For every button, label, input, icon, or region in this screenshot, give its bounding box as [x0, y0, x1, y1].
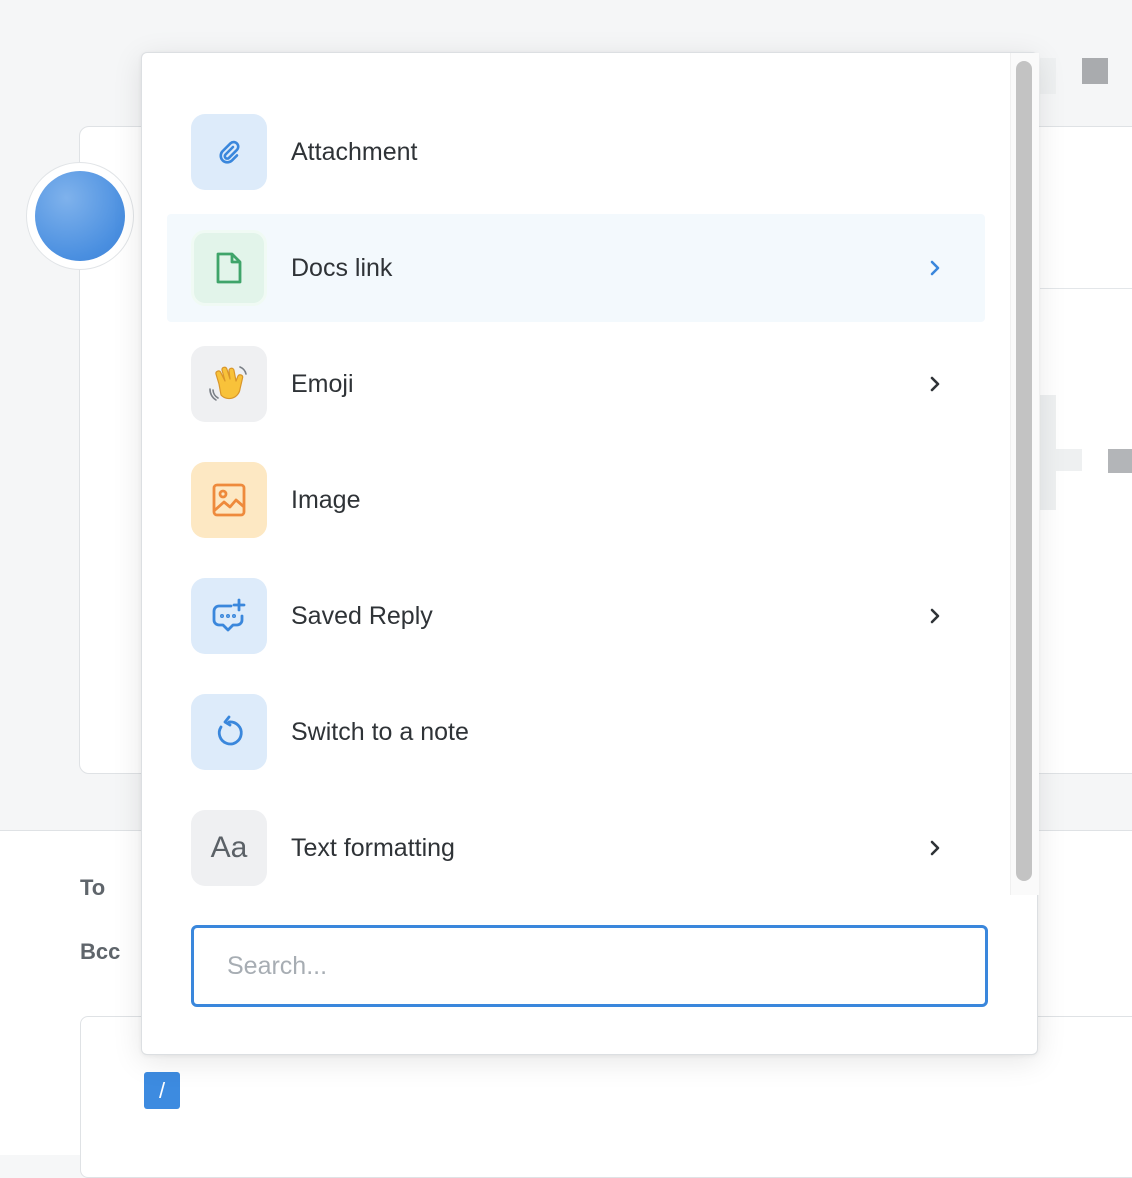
menu-item-label: Image [291, 486, 361, 514]
menu-item-switch-to-note[interactable]: Switch to a note [167, 678, 985, 786]
image-icon [191, 462, 267, 538]
bcc-label[interactable]: Bcc [80, 939, 120, 965]
background-element [1040, 449, 1082, 471]
text-aa-icon: Aa [191, 810, 267, 886]
menu-item-label: Attachment [291, 138, 418, 166]
chevron-right-icon [930, 608, 940, 624]
slash-command-trigger: / [144, 1072, 180, 1109]
background-icon [1108, 449, 1132, 473]
menu-item-saved-reply[interactable]: Saved Reply [167, 562, 985, 670]
to-label[interactable]: To [80, 875, 105, 901]
rotate-left-icon [191, 694, 267, 770]
document-icon [191, 230, 267, 306]
menu-item-docs-link[interactable]: Docs link [167, 214, 985, 322]
background-element [1040, 58, 1056, 94]
paperclip-icon [191, 114, 267, 190]
background-icon [1082, 58, 1108, 84]
menu-item-image[interactable]: Image [167, 446, 985, 554]
menu-item-label: Text formatting [291, 834, 455, 862]
chat-bubble-plus-icon [191, 578, 267, 654]
menu-item-label: Switch to a note [291, 718, 469, 746]
avatar[interactable] [35, 171, 125, 261]
waving-hand-icon [191, 346, 267, 422]
menu-item-text-formatting[interactable]: Aa Text formatting [167, 794, 985, 902]
menu-item-label: Saved Reply [291, 602, 433, 630]
menu-item-emoji[interactable]: Emoji [167, 330, 985, 438]
menu-item-label: Emoji [291, 370, 354, 398]
chevron-right-icon [930, 260, 940, 276]
command-menu-popup: Attachment Docs link Emoji Image Saved R… [141, 52, 1039, 1055]
menu-item-label: Docs link [291, 254, 393, 282]
search-input[interactable] [191, 925, 988, 1007]
menu-item-attachment[interactable]: Attachment [167, 98, 985, 206]
card-divider [1040, 288, 1132, 289]
chevron-right-icon [930, 376, 940, 392]
chevron-right-icon [930, 840, 940, 856]
scrollbar-thumb[interactable] [1016, 61, 1032, 881]
